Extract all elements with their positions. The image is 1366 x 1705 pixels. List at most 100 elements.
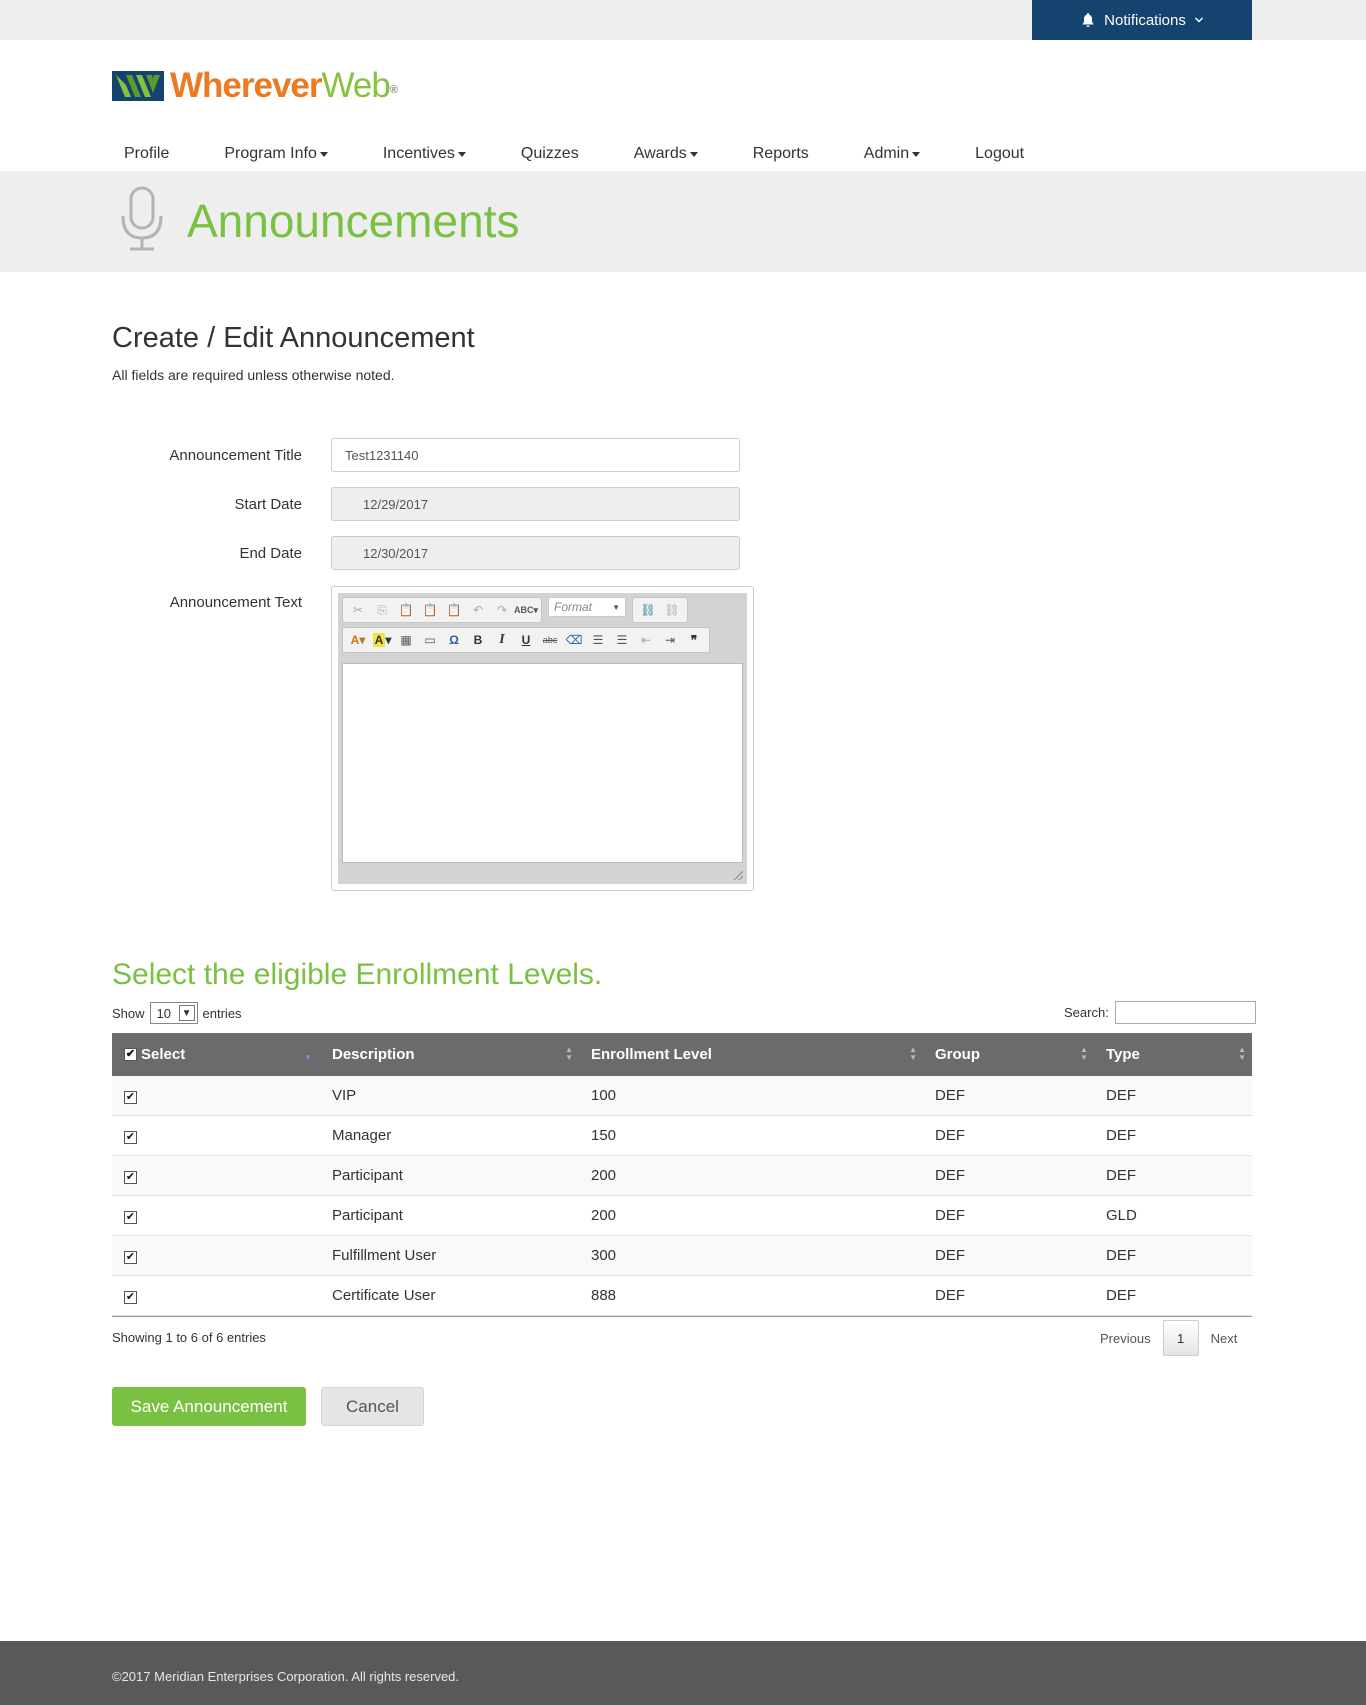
redo-icon[interactable]: ↷: [491, 600, 513, 620]
table-row[interactable]: ✔ VIP 100 DEF DEF: [112, 1076, 1252, 1116]
nav-item-label: Admin: [863, 145, 910, 162]
row-select-checkbox[interactable]: ✔: [124, 1211, 137, 1224]
column-header-label: Enrollment Level: [591, 1046, 712, 1063]
notifications-button[interactable]: Notifications: [1032, 0, 1252, 40]
select-cell: ✔: [112, 1247, 320, 1264]
page-1-button[interactable]: 1: [1162, 1320, 1199, 1356]
select-all-checkbox[interactable]: ✔: [124, 1048, 137, 1061]
nav-item-label: Program Info: [224, 145, 317, 162]
column-header-description[interactable]: Description ▲ ▼: [320, 1033, 579, 1076]
column-header-label: Description: [332, 1046, 415, 1063]
nav-item-quizzes[interactable]: Quizzes: [509, 143, 591, 165]
column-header-group[interactable]: Group ▲ ▼: [923, 1033, 1094, 1076]
nav-item-reports[interactable]: Reports: [741, 143, 821, 165]
table-icon[interactable]: ▦: [395, 630, 417, 650]
copyright-text: ©2017 Meridian Enterprises Corporation. …: [112, 1669, 460, 1684]
end-date-input[interactable]: [331, 536, 740, 570]
table-bottom-border: [112, 1316, 1252, 1317]
logo-mark-icon: [112, 71, 164, 101]
level-cell: 100: [591, 1087, 617, 1104]
table-row[interactable]: ✔ Manager 150 DEF DEF: [112, 1116, 1252, 1156]
undo-icon[interactable]: ↶: [467, 600, 489, 620]
nav-item-logout[interactable]: Logout: [963, 143, 1036, 165]
sort-icon: ▲ ▼: [1238, 1045, 1246, 1062]
remove-format-icon[interactable]: ⌫: [563, 630, 585, 650]
paste-text-icon[interactable]: 📋: [419, 600, 441, 620]
editor-chrome: ✂ ⎘ 📋 📋 📋 ↶ ↷ ABC▾ Format ▼ ⛓ ⛓ A▾ A ▾ ▦ ▭: [338, 593, 747, 884]
format-select[interactable]: Format ▼: [548, 597, 626, 617]
main-nav: Profile Program Info Incentives Quizzes Awar…: [112, 140, 1067, 168]
bulleted-list-icon[interactable]: ☰: [611, 630, 633, 650]
chevron-down-icon: ▼: [178, 1005, 195, 1021]
description-cell: Manager: [332, 1127, 392, 1144]
strikethrough-icon[interactable]: abc: [539, 630, 561, 650]
link-icon[interactable]: ⛓: [637, 600, 659, 620]
indent-icon[interactable]: ⇥: [659, 630, 681, 650]
resize-grip-icon[interactable]: [733, 870, 743, 880]
search-input[interactable]: [1114, 1001, 1256, 1024]
nav-item-profile[interactable]: Profile: [112, 143, 181, 165]
rich-text-editor: ✂ ⎘ 📋 📋 📋 ↶ ↷ ABC▾ Format ▼ ⛓ ⛓ A▾ A ▾ ▦ ▭: [331, 586, 754, 891]
editor-content-area[interactable]: [342, 663, 743, 863]
horizontal-rule-icon[interactable]: ▭: [419, 630, 441, 650]
sort-icon: ▲ ▼: [565, 1045, 573, 1062]
group-cell: DEF: [935, 1167, 965, 1184]
text-color-icon[interactable]: A▾: [347, 630, 369, 650]
cancel-button[interactable]: Cancel: [321, 1387, 424, 1426]
nav-item-program-info[interactable]: Program Info: [212, 143, 339, 165]
row-select-checkbox[interactable]: ✔: [124, 1131, 137, 1144]
paste-icon[interactable]: 📋: [395, 600, 417, 620]
pagination: Previous 1 Next: [1088, 1320, 1249, 1356]
unlink-icon[interactable]: ⛓: [661, 600, 683, 620]
nav-item-incentives[interactable]: Incentives: [371, 143, 478, 165]
description-cell: Participant: [332, 1207, 403, 1224]
level-cell: 200: [591, 1207, 617, 1224]
row-select-checkbox[interactable]: ✔: [124, 1251, 137, 1264]
title-label: Announcement Title: [169, 447, 302, 464]
nav-item-label: Quizzes: [520, 145, 579, 162]
search-label: Search:: [1064, 1005, 1109, 1020]
row-select-checkbox[interactable]: ✔: [124, 1171, 137, 1184]
numbered-list-icon[interactable]: ☰: [587, 630, 609, 650]
announcement-title-input[interactable]: [331, 438, 740, 472]
announcement-text-label: Announcement Text: [169, 594, 302, 611]
toolbar-group-format: A▾ A ▾ ▦ ▭ Ω B I U abc ⌫ ☰ ☰ ⇤ ⇥ ❞: [342, 627, 710, 653]
level-cell: 888: [591, 1287, 617, 1304]
column-header-type[interactable]: Type ▲ ▼: [1094, 1033, 1252, 1076]
table-row[interactable]: ✔ Participant 200 DEF GLD: [112, 1196, 1252, 1236]
save-announcement-button[interactable]: Save Announcement: [112, 1387, 306, 1426]
bold-icon[interactable]: B: [467, 630, 489, 650]
column-header-select[interactable]: ✔ Select ▼: [112, 1033, 320, 1076]
microphone-icon: [121, 186, 163, 251]
nav-item-admin[interactable]: Admin: [852, 143, 932, 165]
column-header-label: Select: [141, 1046, 186, 1063]
highlight-color-icon[interactable]: A ▾: [371, 630, 393, 650]
caret-down-icon: [689, 151, 698, 157]
italic-icon[interactable]: I: [491, 630, 513, 650]
start-date-input[interactable]: [331, 487, 740, 521]
page-length-select[interactable]: 10 ▼: [149, 1002, 198, 1024]
underline-icon[interactable]: U: [515, 630, 537, 650]
nav-item-awards[interactable]: Awards: [622, 143, 710, 165]
column-header-enrollment-level[interactable]: Enrollment Level ▲ ▼: [579, 1033, 923, 1076]
outdent-icon[interactable]: ⇤: [635, 630, 657, 650]
next-page-button[interactable]: Next: [1211, 1331, 1238, 1346]
cut-icon[interactable]: ✂: [347, 600, 369, 620]
brand-logo[interactable]: WhereverWeb®: [112, 66, 398, 106]
table-search: Search:: [1064, 1001, 1256, 1024]
copy-icon[interactable]: ⎘: [371, 600, 393, 620]
paste-word-icon[interactable]: 📋: [443, 600, 465, 620]
spellcheck-icon[interactable]: ABC▾: [514, 600, 538, 620]
row-select-checkbox[interactable]: ✔: [124, 1291, 137, 1304]
blockquote-icon[interactable]: ❞: [683, 630, 705, 650]
editor-toolbar-row-1: ✂ ⎘ 📋 📋 📋 ↶ ↷ ABC▾ Format ▼ ⛓ ⛓: [342, 597, 688, 623]
description-cell: VIP: [332, 1087, 357, 1104]
caret-down-icon: [457, 151, 466, 157]
table-row[interactable]: ✔ Fulfillment User 300 DEF DEF: [112, 1236, 1252, 1276]
special-char-icon[interactable]: Ω: [443, 630, 465, 650]
previous-page-button[interactable]: Previous: [1100, 1331, 1151, 1346]
nav-item-label: Profile: [124, 145, 170, 162]
table-row[interactable]: ✔ Certificate User 888 DEF DEF: [112, 1276, 1252, 1316]
table-row[interactable]: ✔ Participant 200 DEF DEF: [112, 1156, 1252, 1196]
row-select-checkbox[interactable]: ✔: [124, 1091, 137, 1104]
